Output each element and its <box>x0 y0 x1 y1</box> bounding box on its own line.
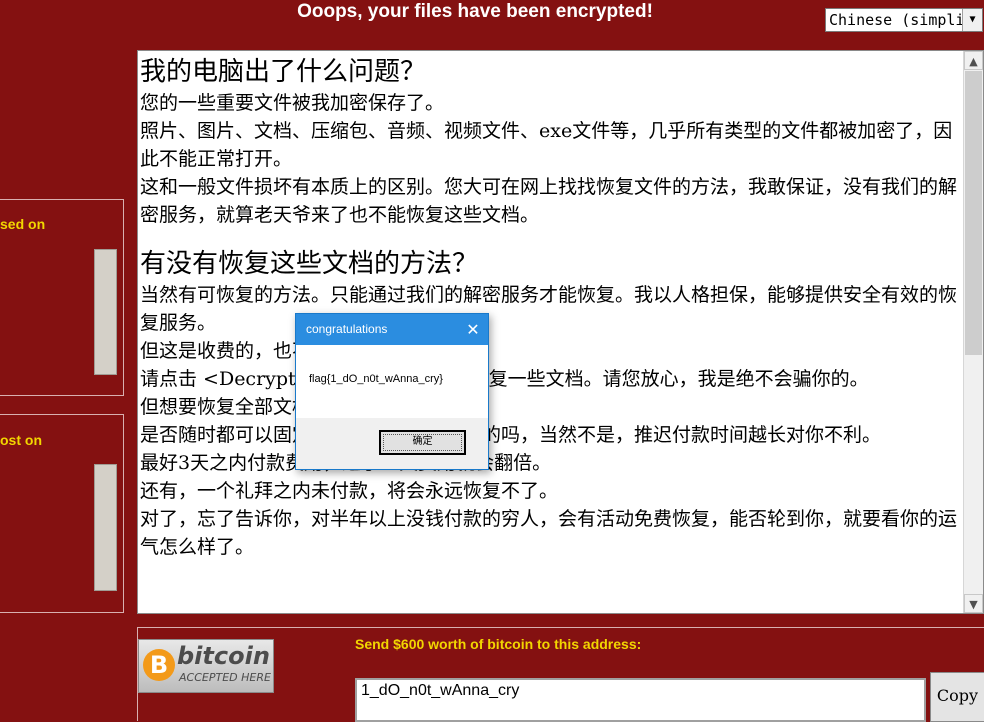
files-lost-label: ost on <box>0 432 42 448</box>
note-line: 对了，忘了告诉你，对半年以上没钱付款的穷人，会有活动免费恢复，能否轮到你，就要看… <box>140 508 958 558</box>
heading-what-happened: 我的电脑出了什么问题？ <box>140 57 427 87</box>
payment-raise-box <box>94 249 117 375</box>
language-select[interactable]: Chinese (simplified) ▼ <box>825 8 983 32</box>
bitcoin-logo-sub: ACCEPTED HERE <box>179 671 271 684</box>
send-bitcoin-label: Send $600 worth of bitcoin to this addre… <box>355 636 642 652</box>
scroll-up-icon[interactable]: ▲ <box>964 51 983 70</box>
dialog-message: flag{1_dO_n0t_wAnna_cry} <box>309 373 443 385</box>
note-line: 但这是收费的，也不能无限期的推迟。 <box>140 337 960 365</box>
heading-recover: 有没有恢复这些文档的方法？ <box>140 249 479 279</box>
congratulations-dialog: congratulations ✕ flag{1_dO_n0t_wAnna_cr… <box>295 313 489 470</box>
note-line: 当然有可恢复的方法。只能通过我们的解密服务才能恢复。我以人格担保，能够提供安全有… <box>140 284 958 334</box>
scroll-down-icon[interactable]: ▼ <box>964 594 983 613</box>
close-icon[interactable]: ✕ <box>458 314 488 345</box>
note-line: 照片、图片、文档、压缩包、音频、视频文件、exe文件等，几乎所有类型的文件都被加… <box>140 120 953 170</box>
ok-button[interactable]: 确定 <box>379 430 466 455</box>
note-line: 最好3天之内付款费用，过了三天费用就会翻倍。 <box>140 449 960 477</box>
bitcoin-address-field[interactable]: 1_dO_n0t_wAnna_cry <box>355 678 926 722</box>
note-line: 是否随时都可以固定金额付款，就会恢复的吗，当然不是，推迟付款时间越长对你不利。 <box>140 424 882 446</box>
ransom-note-content: 我的电脑出了什么问题？ 您的一些重要文件被我加密保存了。 照片、图片、文档、压缩… <box>140 51 960 561</box>
dialog-titlebar: congratulations ✕ <box>296 314 488 345</box>
bitcoin-logo: B bitcoin ACCEPTED HERE <box>138 639 274 693</box>
note-line: 但想要恢复全部文档，需要付款点费用。 <box>140 393 960 421</box>
chevron-down-icon[interactable]: ▼ <box>962 9 982 31</box>
dialog-title: congratulations <box>306 322 388 336</box>
payment-raise-panel: sed on <box>0 199 124 396</box>
language-select-value: Chinese (simplified) <box>829 11 963 29</box>
copy-button[interactable]: Copy <box>930 672 984 722</box>
note-line: 请点击 <Decrypt> 按钮，就可以免费恢复一些文档。请您放心，我是绝不会骗… <box>140 368 869 390</box>
note-line: 您的一些重要文件被我加密保存了。 <box>140 92 445 114</box>
vertical-scrollbar[interactable]: ▲ ▼ <box>963 51 983 613</box>
note-line: 这和一般文件损坏有本质上的区别。您大可在网上找找恢复文件的方法，我敢保证，没有我… <box>140 176 958 226</box>
ok-button-focus-ring <box>383 434 462 451</box>
files-lost-box <box>94 464 117 591</box>
bitcoin-logo-word: bitcoin <box>177 642 270 670</box>
ransom-note-text[interactable]: 我的电脑出了什么问题？ 您的一些重要文件被我加密保存了。 照片、图片、文档、压缩… <box>137 50 984 614</box>
window-title: Ooops, your files have been encrypted! <box>297 1 653 22</box>
note-line: 还有，一个礼拜之内未付款，将会永远恢复不了。 <box>140 480 559 502</box>
bitcoin-icon: B <box>143 649 175 681</box>
dialog-body: flag{1_dO_n0t_wAnna_cry} <box>296 345 488 418</box>
payment-raise-label: sed on <box>0 216 46 232</box>
files-lost-panel: ost on <box>0 414 124 613</box>
payment-panel: B bitcoin ACCEPTED HERE Send $600 worth … <box>137 627 984 722</box>
scroll-thumb[interactable] <box>965 71 982 355</box>
